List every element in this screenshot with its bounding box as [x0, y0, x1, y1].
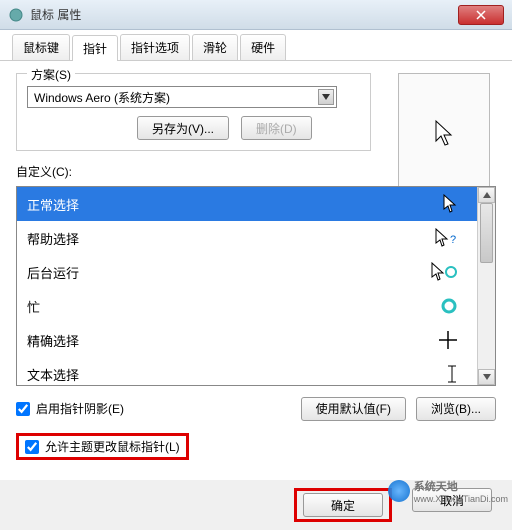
enable-shadow-checkbox[interactable] — [16, 402, 30, 416]
tab-wheel[interactable]: 滑轮 — [192, 34, 238, 60]
highlight-annotation: 允许主题更改鼠标指针(L) — [16, 433, 189, 460]
allow-theme-label: 允许主题更改鼠标指针(L) — [45, 438, 180, 455]
delete-button[interactable]: 删除(D) — [241, 116, 312, 140]
watermark-brand: 系统天地 — [414, 478, 508, 494]
svg-text:?: ? — [450, 234, 456, 246]
watermark: 系统天地 www.XiTongTianDi.com — [388, 478, 508, 504]
busy-cursor-icon — [441, 298, 457, 314]
scroll-down-button[interactable] — [478, 369, 495, 385]
list-item[interactable]: 后台运行 — [17, 255, 477, 289]
chevron-down-icon — [318, 89, 334, 105]
list-item-label: 忙 — [27, 297, 40, 316]
list-item[interactable]: 文本选择 — [17, 357, 477, 385]
arrow-cursor-icon — [434, 119, 454, 147]
tab-pointer-options[interactable]: 指针选项 — [120, 34, 190, 60]
scroll-thumb[interactable] — [480, 203, 493, 263]
list-item[interactable]: 忙 — [17, 289, 477, 323]
browse-button[interactable]: 浏览(B)... — [416, 397, 496, 421]
scrollbar[interactable] — [477, 187, 495, 385]
ok-button[interactable]: 确定 — [303, 493, 383, 517]
list-item[interactable]: 精确选择 — [17, 323, 477, 357]
list-item-label: 正常选择 — [27, 195, 79, 214]
tab-body: 方案(S) Windows Aero (系统方案) 另存为(V)... 删除(D… — [0, 60, 512, 480]
app-icon — [8, 7, 24, 23]
cursor-listbox[interactable]: 正常选择 帮助选择 ? 后台运行 忙 — [16, 186, 496, 386]
window-title: 鼠标 属性 — [30, 6, 458, 23]
scheme-select[interactable]: Windows Aero (系统方案) — [27, 86, 337, 108]
titlebar: 鼠标 属性 — [0, 0, 512, 30]
tab-strip: 鼠标键 指针 指针选项 滑轮 硬件 — [0, 30, 512, 60]
close-button[interactable] — [458, 5, 504, 25]
ibeam-cursor-icon — [447, 365, 457, 383]
crosshair-cursor-icon — [439, 331, 457, 349]
highlight-annotation: 确定 — [294, 488, 392, 522]
arrow-help-cursor-icon: ? — [435, 228, 457, 248]
tab-buttons[interactable]: 鼠标键 — [12, 34, 70, 60]
arrow-busy-cursor-icon — [431, 262, 457, 282]
scheme-legend: 方案(S) — [27, 66, 75, 83]
enable-shadow-row[interactable]: 启用指针阴影(E) — [16, 400, 124, 417]
save-as-button[interactable]: 另存为(V)... — [137, 116, 229, 140]
tab-pointers[interactable]: 指针 — [72, 35, 118, 61]
list-item[interactable]: 帮助选择 ? — [17, 221, 477, 255]
watermark-url: www.XiTongTianDi.com — [414, 494, 508, 504]
list-item-label: 文本选择 — [27, 365, 79, 384]
list-item-label: 帮助选择 — [27, 229, 79, 248]
scheme-fieldset: 方案(S) Windows Aero (系统方案) 另存为(V)... 删除(D… — [16, 73, 371, 151]
enable-shadow-label: 启用指针阴影(E) — [36, 400, 124, 417]
allow-theme-checkbox[interactable] — [25, 440, 39, 454]
watermark-logo-icon — [388, 480, 410, 502]
tab-hardware[interactable]: 硬件 — [240, 34, 286, 60]
list-item-label: 后台运行 — [27, 263, 79, 282]
arrow-cursor-icon — [443, 194, 457, 214]
use-default-button[interactable]: 使用默认值(F) — [301, 397, 406, 421]
list-item[interactable]: 正常选择 — [17, 187, 477, 221]
list-item-label: 精确选择 — [27, 331, 79, 350]
scroll-up-button[interactable] — [478, 187, 495, 203]
scheme-selected: Windows Aero (系统方案) — [34, 89, 170, 106]
cursor-preview — [398, 73, 490, 193]
